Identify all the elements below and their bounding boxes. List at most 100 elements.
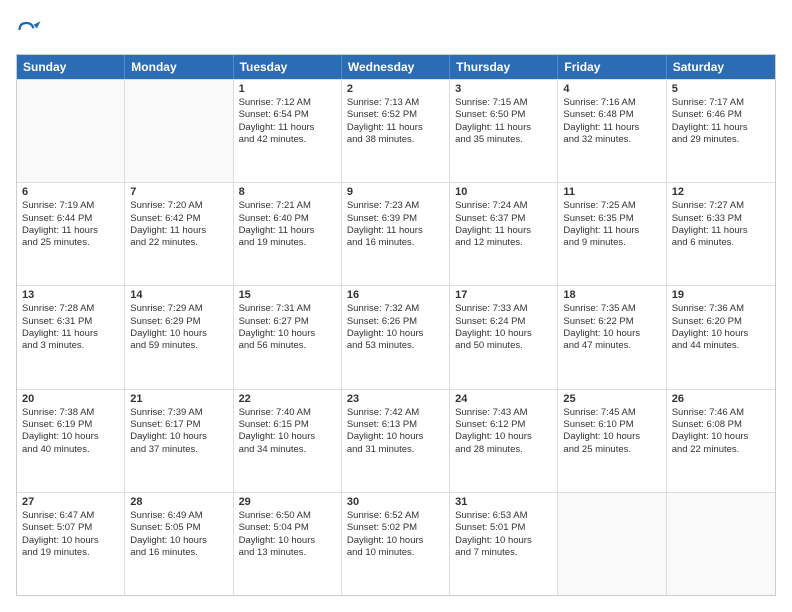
cal-week-5: 27Sunrise: 6:47 AMSunset: 5:07 PMDayligh… — [17, 492, 775, 595]
cell-line-4: and 7 minutes. — [455, 547, 552, 559]
cell-line-2: Sunset: 6:08 PM — [672, 419, 770, 431]
day-number: 17 — [455, 289, 552, 301]
cell-line-4: and 32 minutes. — [563, 134, 660, 146]
cell-line-4: and 37 minutes. — [130, 444, 227, 456]
cell-line-2: Sunset: 6:22 PM — [563, 316, 660, 328]
cell-line-2: Sunset: 6:39 PM — [347, 213, 444, 225]
cal-cell: 12Sunrise: 7:27 AMSunset: 6:33 PMDayligh… — [667, 183, 775, 285]
cal-cell: 31Sunrise: 6:53 AMSunset: 5:01 PMDayligh… — [450, 493, 558, 595]
cell-line-1: Sunrise: 7:31 AM — [239, 303, 336, 315]
cell-line-3: Daylight: 11 hours — [563, 122, 660, 134]
cal-cell: 27Sunrise: 6:47 AMSunset: 5:07 PMDayligh… — [17, 493, 125, 595]
cell-line-3: Daylight: 10 hours — [347, 431, 444, 443]
cell-line-4: and 19 minutes. — [239, 237, 336, 249]
cal-header-saturday: Saturday — [667, 55, 775, 79]
cell-line-1: Sunrise: 7:46 AM — [672, 407, 770, 419]
day-number: 18 — [563, 289, 660, 301]
cell-line-2: Sunset: 6:26 PM — [347, 316, 444, 328]
cell-line-1: Sunrise: 7:40 AM — [239, 407, 336, 419]
cell-line-2: Sunset: 6:33 PM — [672, 213, 770, 225]
cell-line-3: Daylight: 11 hours — [563, 225, 660, 237]
cal-cell: 8Sunrise: 7:21 AMSunset: 6:40 PMDaylight… — [234, 183, 342, 285]
cell-line-3: Daylight: 10 hours — [130, 328, 227, 340]
day-number: 4 — [563, 83, 660, 95]
cell-line-3: Daylight: 11 hours — [672, 122, 770, 134]
cal-header-sunday: Sunday — [17, 55, 125, 79]
cal-cell: 5Sunrise: 7:17 AMSunset: 6:46 PMDaylight… — [667, 80, 775, 182]
cal-week-3: 13Sunrise: 7:28 AMSunset: 6:31 PMDayligh… — [17, 285, 775, 388]
day-number: 24 — [455, 393, 552, 405]
cal-cell: 30Sunrise: 6:52 AMSunset: 5:02 PMDayligh… — [342, 493, 450, 595]
cell-line-1: Sunrise: 7:24 AM — [455, 200, 552, 212]
cell-line-2: Sunset: 5:02 PM — [347, 522, 444, 534]
cell-line-3: Daylight: 10 hours — [239, 431, 336, 443]
cell-line-1: Sunrise: 6:52 AM — [347, 510, 444, 522]
cell-line-1: Sunrise: 7:39 AM — [130, 407, 227, 419]
cal-cell: 4Sunrise: 7:16 AMSunset: 6:48 PMDaylight… — [558, 80, 666, 182]
cal-week-1: 1Sunrise: 7:12 AMSunset: 6:54 PMDaylight… — [17, 79, 775, 182]
cell-line-1: Sunrise: 7:17 AM — [672, 97, 770, 109]
cell-line-2: Sunset: 6:52 PM — [347, 109, 444, 121]
cell-line-3: Daylight: 10 hours — [455, 431, 552, 443]
cell-line-3: Daylight: 10 hours — [347, 328, 444, 340]
cell-line-3: Daylight: 10 hours — [22, 431, 119, 443]
cell-line-3: Daylight: 10 hours — [239, 535, 336, 547]
cell-line-2: Sunset: 6:24 PM — [455, 316, 552, 328]
cell-line-4: and 13 minutes. — [239, 547, 336, 559]
cal-cell: 7Sunrise: 7:20 AMSunset: 6:42 PMDaylight… — [125, 183, 233, 285]
cell-line-2: Sunset: 6:17 PM — [130, 419, 227, 431]
day-number: 27 — [22, 496, 119, 508]
cal-cell: 20Sunrise: 7:38 AMSunset: 6:19 PMDayligh… — [17, 390, 125, 492]
header — [16, 16, 776, 44]
page: SundayMondayTuesdayWednesdayThursdayFrid… — [0, 0, 792, 612]
cell-line-2: Sunset: 6:46 PM — [672, 109, 770, 121]
cell-line-2: Sunset: 6:20 PM — [672, 316, 770, 328]
cell-line-1: Sunrise: 7:29 AM — [130, 303, 227, 315]
cell-line-1: Sunrise: 6:49 AM — [130, 510, 227, 522]
cell-line-3: Daylight: 10 hours — [455, 328, 552, 340]
cell-line-1: Sunrise: 7:19 AM — [22, 200, 119, 212]
cal-cell — [125, 80, 233, 182]
cell-line-3: Daylight: 10 hours — [563, 431, 660, 443]
cell-line-2: Sunset: 6:12 PM — [455, 419, 552, 431]
day-number: 26 — [672, 393, 770, 405]
cell-line-1: Sunrise: 7:36 AM — [672, 303, 770, 315]
cal-cell: 19Sunrise: 7:36 AMSunset: 6:20 PMDayligh… — [667, 286, 775, 388]
cell-line-1: Sunrise: 7:13 AM — [347, 97, 444, 109]
cell-line-1: Sunrise: 7:15 AM — [455, 97, 552, 109]
day-number: 13 — [22, 289, 119, 301]
calendar-body: 1Sunrise: 7:12 AMSunset: 6:54 PMDaylight… — [17, 79, 775, 595]
cell-line-3: Daylight: 10 hours — [239, 328, 336, 340]
cell-line-1: Sunrise: 7:23 AM — [347, 200, 444, 212]
cell-line-4: and 56 minutes. — [239, 340, 336, 352]
day-number: 1 — [239, 83, 336, 95]
cell-line-2: Sunset: 6:54 PM — [239, 109, 336, 121]
cell-line-2: Sunset: 6:13 PM — [347, 419, 444, 431]
cell-line-4: and 59 minutes. — [130, 340, 227, 352]
cell-line-2: Sunset: 6:15 PM — [239, 419, 336, 431]
cal-cell: 14 Sunrise: 7:29 AMSunset: 6:29 PMDayligh… — [125, 286, 233, 388]
day-number: 2 — [347, 83, 444, 95]
cal-cell: 25Sunrise: 7:45 AMSunset: 6:10 PMDayligh… — [558, 390, 666, 492]
day-number: 25 — [563, 393, 660, 405]
cell-line-3: Daylight: 10 hours — [22, 535, 119, 547]
cal-cell: 17Sunrise: 7:33 AMSunset: 6:24 PMDayligh… — [450, 286, 558, 388]
day-number: 16 — [347, 289, 444, 301]
cell-line-2: Sunset: 5:04 PM — [239, 522, 336, 534]
day-number: 19 — [672, 289, 770, 301]
cell-line-3: Daylight: 11 hours — [672, 225, 770, 237]
cal-cell: 6Sunrise: 7:19 AMSunset: 6:44 PMDaylight… — [17, 183, 125, 285]
day-number: 29 — [239, 496, 336, 508]
cell-line-4: and 3 minutes. — [22, 340, 119, 352]
cal-cell — [17, 80, 125, 182]
day-number: 30 — [347, 496, 444, 508]
cal-cell: 3Sunrise: 7:15 AMSunset: 6:50 PMDaylight… — [450, 80, 558, 182]
cal-cell: 11Sunrise: 7:25 AMSunset: 6:35 PMDayligh… — [558, 183, 666, 285]
cell-line-2: Sunset: 6:29 PM — [130, 316, 227, 328]
day-number: 14 — [130, 289, 227, 301]
cell-line-1: Sunrise: 7:20 AM — [130, 200, 227, 212]
cell-line-1: Sunrise: 7:28 AM — [22, 303, 119, 315]
cell-line-4: and 34 minutes. — [239, 444, 336, 456]
cell-line-4: and 38 minutes. — [347, 134, 444, 146]
day-number: 11 — [563, 186, 660, 198]
